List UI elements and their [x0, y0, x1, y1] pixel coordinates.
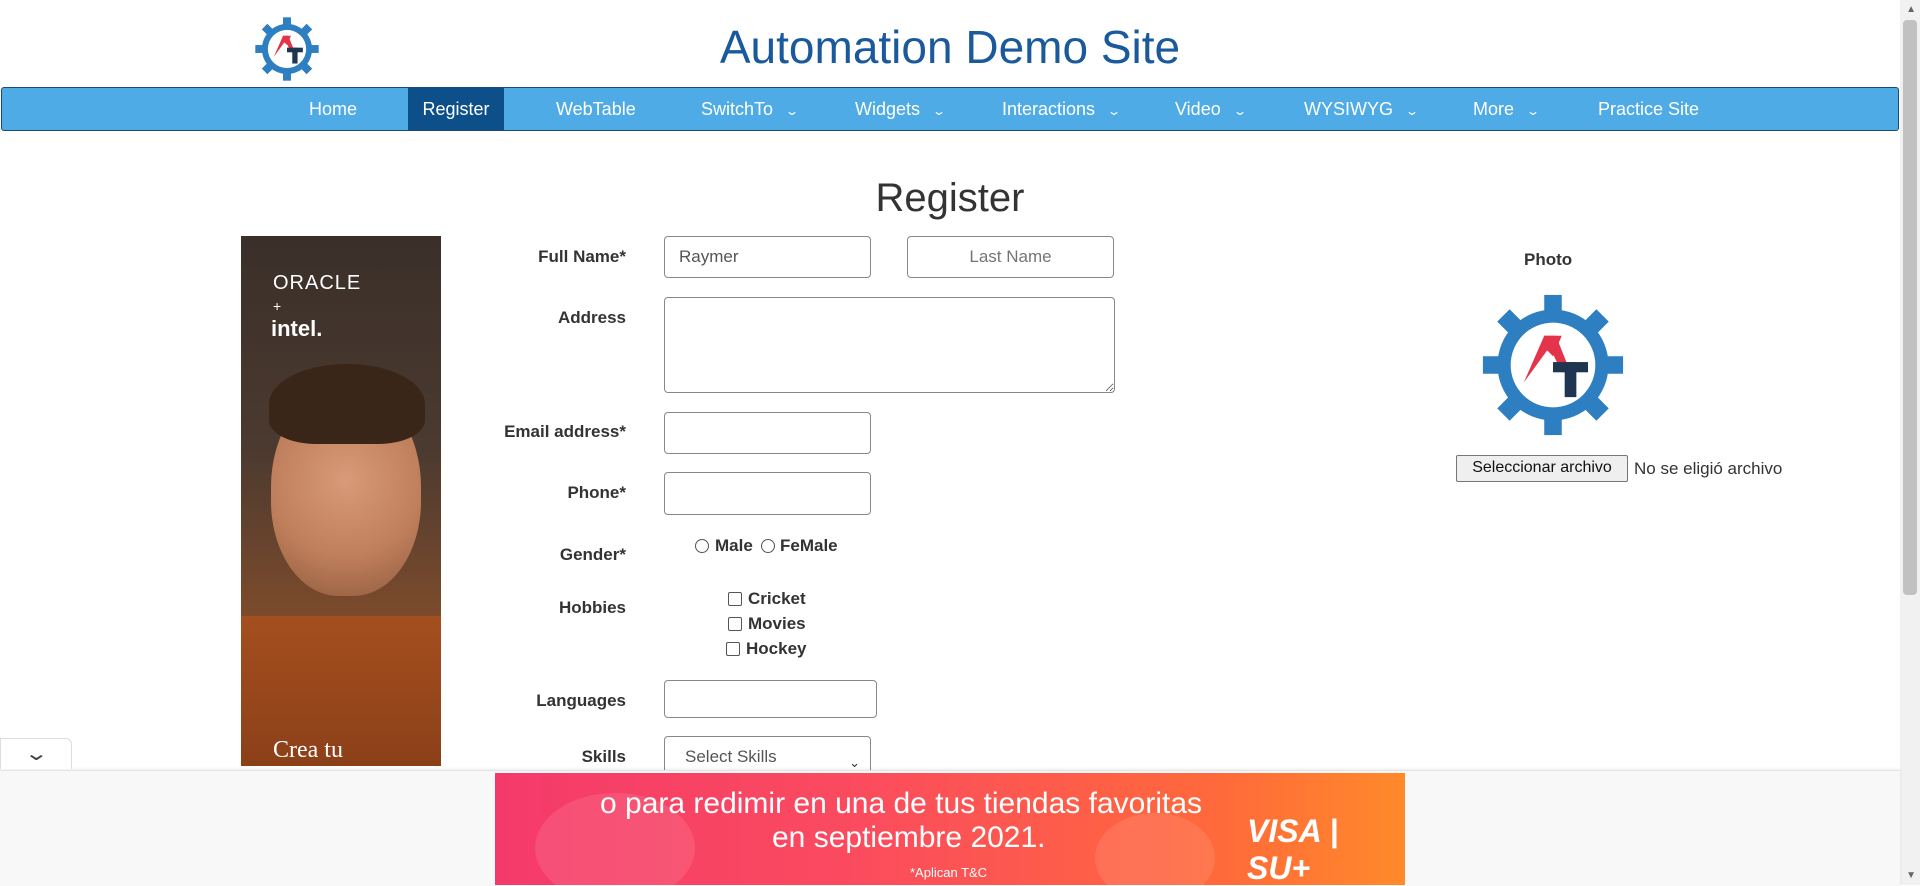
bottom-ad-terms: *Aplican T&C [910, 865, 988, 880]
gender-male-label: Male [715, 536, 753, 555]
choose-file-button[interactable]: Seleccionar archivo [1456, 455, 1628, 482]
gender-female-label: FeMale [780, 536, 838, 555]
nav-switchto[interactable]: SwitchTo ⌄ [701, 88, 800, 130]
left-advertisement[interactable]: ORACLE + intel. Crea tu [241, 236, 441, 766]
nav-wysiwyg-label: WYSIWYG [1304, 99, 1393, 119]
hobbies-label: Hobbies [558, 598, 626, 617]
phone-input[interactable] [664, 472, 871, 515]
address-textarea[interactable] [664, 297, 1115, 393]
address-label: Address [557, 308, 626, 327]
nav-webtable-label: WebTable [556, 99, 636, 119]
skills-label: Skills [581, 747, 626, 766]
hobby-hockey-checkbox[interactable] [726, 642, 740, 656]
scroll-up-arrow-icon[interactable]: ▲ [1906, 4, 1916, 15]
ad-cta: Crea tu [273, 737, 343, 763]
nav-webtable[interactable]: WebTable [556, 88, 636, 130]
email-input[interactable] [664, 412, 871, 454]
ad-brand-oracle: ORACLE [273, 272, 362, 294]
nav-register-label: Register [422, 99, 490, 119]
nav-practice-site-label: Practice Site [1598, 99, 1700, 119]
collapse-ad-button[interactable]: ⌄ [0, 738, 72, 769]
site-title: Automation Demo Site [719, 21, 1181, 73]
nav-more-label: More [1473, 99, 1515, 119]
nav-video-label: Video [1175, 99, 1221, 119]
scrollbar-thumb[interactable] [1903, 20, 1917, 595]
languages-label: Languages [536, 691, 626, 710]
hobby-cricket-checkbox[interactable] [728, 592, 742, 606]
nav-interactions-label: Interactions [1002, 99, 1096, 119]
ad-plus: + [273, 298, 282, 314]
skills-select-value: Select Skills [685, 747, 777, 766]
chevron-down-icon: ⌄ [932, 104, 947, 118]
hobby-movies-checkbox[interactable] [728, 617, 742, 631]
last-name-input[interactable] [907, 236, 1114, 278]
file-status-text: No se eligió archivo [1634, 459, 1783, 478]
nav-practice-site[interactable]: Practice Site [1598, 88, 1699, 130]
chevron-down-icon: ⌄ [1404, 104, 1420, 118]
nav-widgets-label: Widgets [855, 99, 921, 119]
nav-interactions[interactable]: Interactions ⌄ [1002, 88, 1122, 130]
page-scrollbar[interactable]: ▲ ▼ [1900, 0, 1920, 885]
chevron-down-icon: ⌄ [1107, 104, 1122, 118]
ad-image-hair [269, 364, 425, 444]
phone-label: Phone* [567, 483, 626, 502]
full-name-label: Full Name* [538, 247, 626, 266]
hobby-cricket-label: Cricket [748, 589, 806, 608]
bottom-ad-line1: o para redimir en una de tus tiendas fav… [600, 787, 1203, 820]
hobby-hockey-label: Hockey [746, 639, 807, 658]
main-navbar: Home Register WebTable SwitchTo ⌄ Widgets… [1, 87, 1899, 131]
gender-label: Gender* [559, 545, 626, 564]
nav-home-label: Home [309, 99, 358, 119]
chevron-down-icon: ⌄ [785, 104, 800, 118]
nav-widgets[interactable]: Widgets ⌄ [855, 88, 947, 130]
nav-switchto-label: SwitchTo [701, 99, 774, 119]
nav-home[interactable]: Home [309, 88, 357, 130]
bottom-ad-brand: VISA | SU+ [1247, 813, 1339, 885]
photo-preview-logo-icon [1482, 294, 1624, 436]
nav-video[interactable]: Video ⌄ [1175, 88, 1247, 130]
bottom-advertisement[interactable]: o para redimir en una de tus tiendas fav… [495, 773, 1405, 885]
nav-more[interactable]: More ⌄ [1473, 88, 1541, 130]
ad-decoration [1095, 813, 1215, 885]
scroll-down-arrow-icon[interactable]: ▼ [1906, 870, 1916, 881]
chevron-down-icon: ⌄ [1232, 104, 1247, 118]
chevron-down-icon: ⌄ [1526, 104, 1541, 118]
bottom-ad-line2: en septiembre 2021. [772, 821, 1046, 854]
page-title: Register [875, 176, 1025, 220]
hobby-movies-label: Movies [748, 614, 806, 633]
languages-input[interactable] [664, 680, 877, 718]
email-label: Email address* [504, 422, 626, 441]
nav-register[interactable]: Register [408, 88, 504, 130]
nav-wysiwyg[interactable]: WYSIWYG ⌄ [1304, 88, 1420, 130]
chevron-down-icon: ⌄ [23, 743, 49, 765]
first-name-input[interactable] [664, 236, 871, 278]
ad-brand-intel: intel. [271, 316, 323, 341]
gender-female-radio[interactable] [761, 539, 775, 553]
gender-male-radio[interactable] [695, 539, 709, 553]
photo-label: Photo [1524, 250, 1573, 269]
